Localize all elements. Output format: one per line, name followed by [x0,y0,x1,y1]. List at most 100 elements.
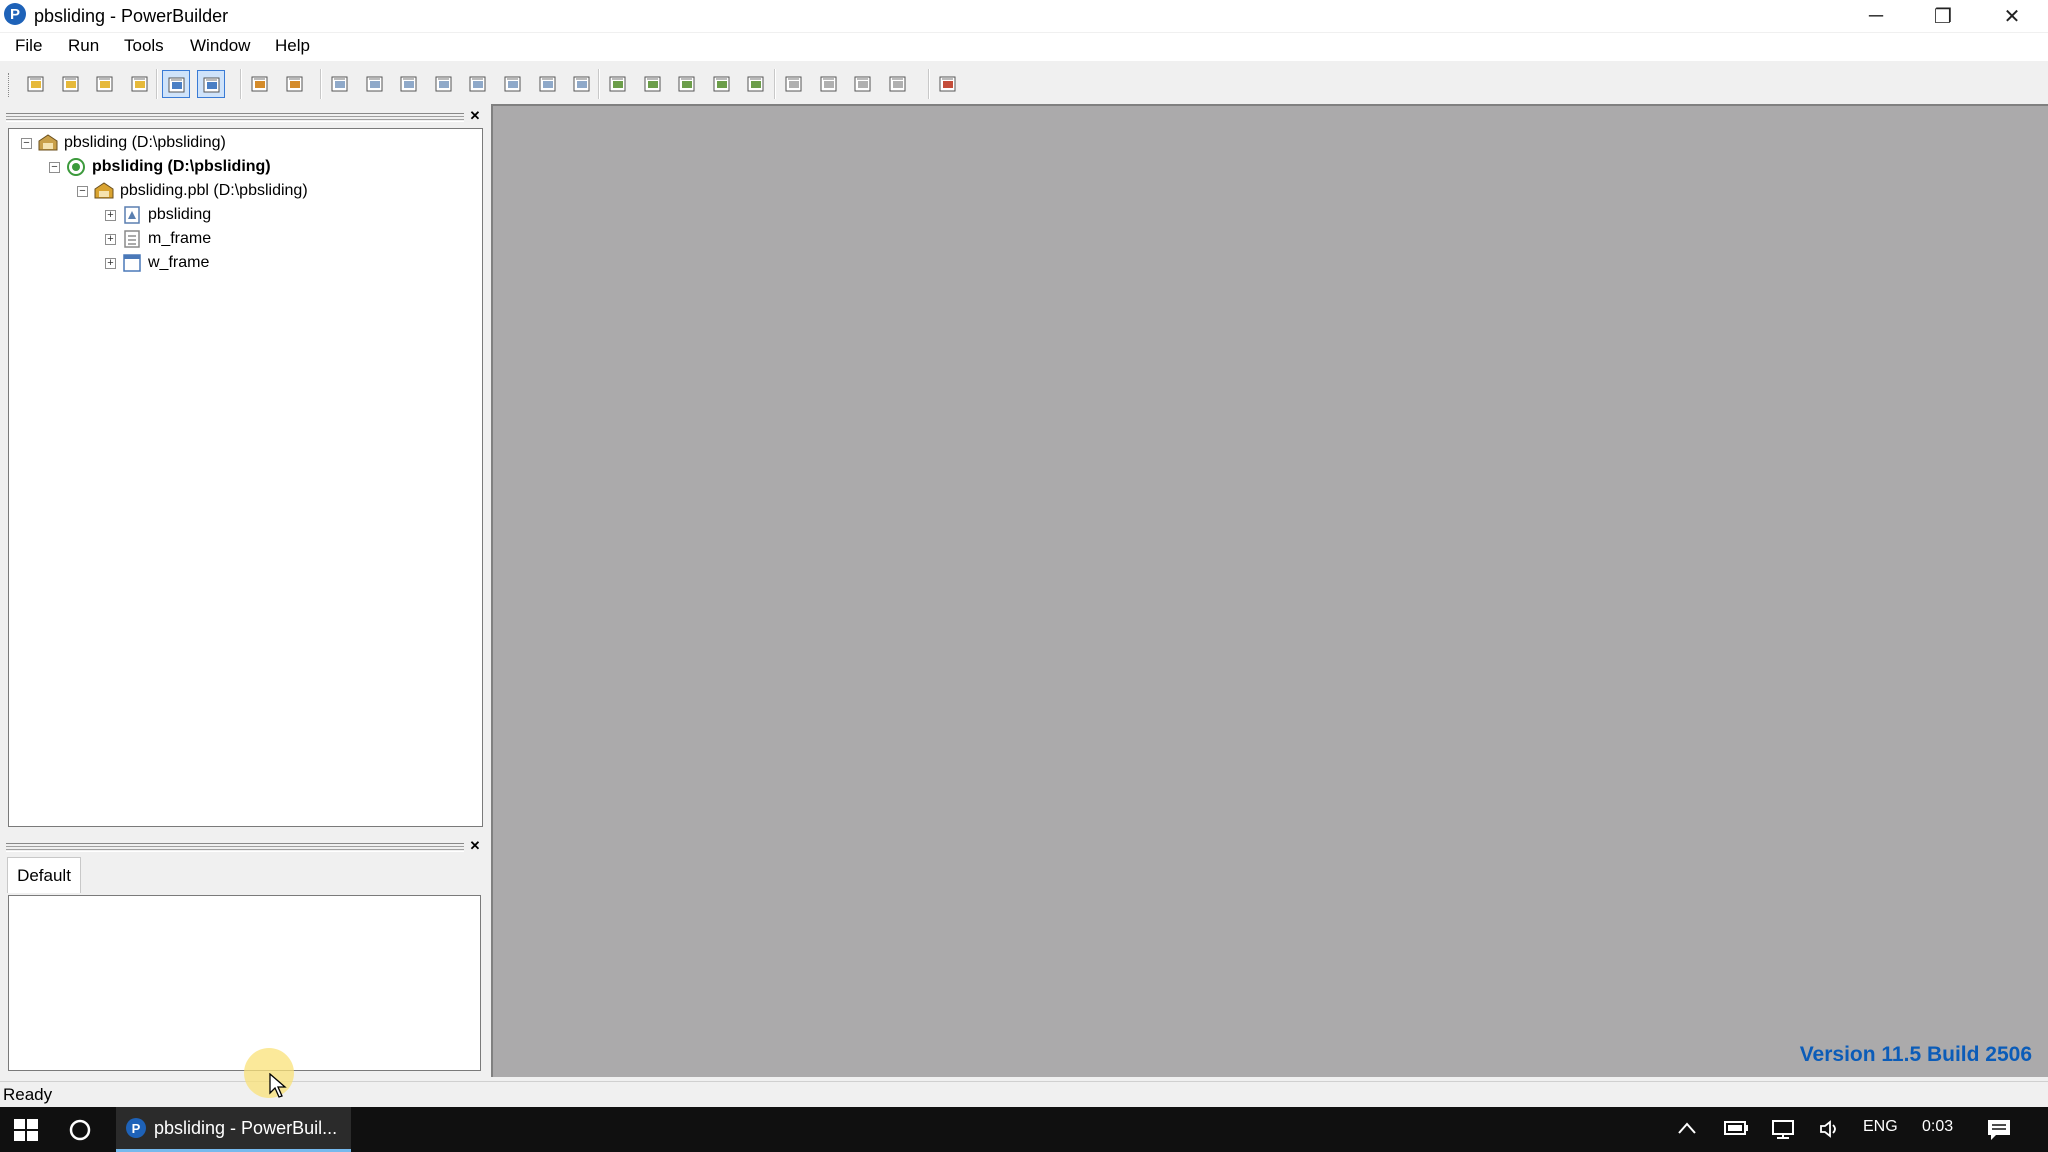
edit-source-button[interactable] [568,70,596,98]
menu-file[interactable]: File [15,36,42,56]
toolbar-separator [156,69,157,99]
status-bar [0,1081,2048,1108]
build-icon [251,76,268,92]
database-icon [469,76,486,92]
collapse-icon[interactable]: − [21,137,32,149]
select-run-icon [820,76,837,92]
output-pane [8,895,481,1071]
sql-icon [435,76,452,92]
tree-node[interactable]: + m_frame [9,227,482,251]
pipeline-button[interactable] [499,70,527,98]
expand-icon[interactable]: + [105,209,116,221]
new-button[interactable] [22,70,50,98]
output-panel-close-icon[interactable]: ✕ [467,839,483,853]
database-button[interactable] [464,70,492,98]
run-stop-icon [854,76,871,92]
system-tree: − pbsliding (D:\pbsliding) − pbsliding (D:\… [8,128,483,827]
run-stop-button[interactable] [849,70,877,98]
tree-node-label: pbsliding (D:\pbsliding) [92,158,271,175]
target-icon [65,157,87,177]
toolbar-grip[interactable] [8,73,11,97]
tree-node[interactable]: + w_frame [9,251,482,275]
windows-start-icon[interactable] [14,1119,38,1141]
deploy-button[interactable] [281,70,309,98]
debug-icon [713,76,730,92]
script-button[interactable] [326,70,354,98]
tab-default[interactable]: Default [7,857,81,893]
menu-run[interactable]: Run [68,36,99,56]
close-button[interactable]: ✕ [1982,0,2042,32]
output-panel-grip[interactable] [6,843,464,852]
library-painter-button[interactable] [126,70,154,98]
toolbar-separator [774,69,775,99]
run-icon [785,76,802,92]
battery-icon[interactable] [1724,1119,1750,1137]
tree-node[interactable]: − pbsliding (D:\pbsliding) [9,131,482,155]
run-window-icon [678,76,695,92]
menu-help[interactable]: Help [275,36,310,56]
show-hidden-icons-icon[interactable] [1677,1121,1697,1135]
window-title: pbsliding - PowerBuilder [34,6,229,26]
network-icon[interactable] [1771,1118,1797,1140]
object-browser-icon [366,76,383,92]
tree-node[interactable]: − pbsliding (D:\pbsliding) [9,155,482,179]
build-button[interactable] [246,70,274,98]
run-window-button[interactable] [673,70,701,98]
library-icon [93,181,115,201]
expand-icon[interactable]: + [105,257,116,269]
title-bar [0,0,2048,32]
system-tree-button[interactable] [162,70,190,98]
expand-icon[interactable]: + [105,233,116,245]
run-button[interactable] [780,70,808,98]
version-label: Version 11.5 Build 2506 [1799,1043,2032,1066]
tree-panel-grip[interactable] [6,113,464,122]
file-editor-icon [609,76,626,92]
window-object-icon [121,253,143,273]
run-debug-button[interactable] [884,70,912,98]
toolbar-separator [928,69,929,99]
open-button[interactable] [91,70,119,98]
library-painter-icon [131,76,148,92]
database-profile-button[interactable] [395,70,423,98]
clock[interactable]: 0:03 [1922,1118,1953,1136]
deploy-icon [286,76,303,92]
tree-panel-close-icon[interactable]: ✕ [467,109,483,123]
volume-icon[interactable] [1818,1118,1844,1140]
menu-tools[interactable]: Tools [124,36,164,56]
menu-window[interactable]: Window [190,36,250,56]
status-text: Ready [3,1085,53,1104]
exec-icon [644,76,661,92]
exec-button[interactable] [639,70,667,98]
select-run-button[interactable] [815,70,843,98]
maximize-button[interactable]: ❐ [1913,0,1973,32]
tree-node-label: pbsliding [148,206,212,223]
collapse-icon[interactable]: − [49,161,60,173]
debug-attach-button[interactable] [742,70,770,98]
tree-node[interactable]: + pbsliding [9,203,482,227]
minimize-button[interactable]: ─ [1846,0,1906,32]
file-editor-button[interactable] [604,70,632,98]
inherit-icon [62,76,79,92]
language-indicator[interactable]: ENG [1863,1118,1898,1136]
output-view-button[interactable] [196,70,225,98]
system-tree-icon [168,77,185,93]
debug-attach-icon [747,76,764,92]
db-table-button[interactable] [534,70,562,98]
collapse-icon[interactable]: − [77,185,88,197]
sql-button[interactable] [430,70,458,98]
output-view-icon [203,77,220,93]
taskbar-powerbuilder-icon: P [126,1118,146,1138]
debug-button[interactable] [708,70,736,98]
cortana-search-icon[interactable] [68,1118,92,1142]
object-browser-button[interactable] [361,70,389,98]
exit-icon [939,76,956,92]
workspace-icon [37,133,59,153]
edit-source-icon [573,76,590,92]
inherit-button[interactable] [57,70,85,98]
open-icon [96,76,113,92]
pipeline-icon [504,76,521,92]
tree-node[interactable]: − pbsliding.pbl (D:\pbsliding) [9,179,482,203]
action-center-icon[interactable] [1986,1118,2012,1142]
toolbar-separator [240,69,241,99]
exit-button[interactable] [934,70,962,98]
